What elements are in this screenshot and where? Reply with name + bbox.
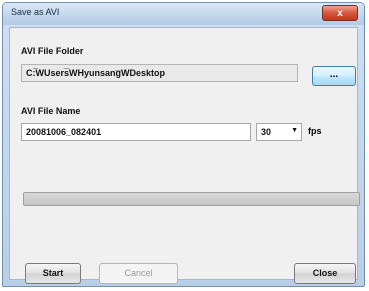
save-avi-dialog: Save as AVI x AVI File Folder C:̅WUsers̅… xyxy=(2,2,365,287)
folder-path-field[interactable]: C:̅WUsers̅WHyunsang̅WDesktop xyxy=(21,64,298,82)
fps-value: 30 xyxy=(261,127,272,137)
folder-label: AVI File Folder xyxy=(21,46,84,56)
fps-select[interactable]: 30 ▼ xyxy=(256,123,302,141)
cancel-button[interactable]: Cancel xyxy=(99,263,178,284)
fps-label: fps xyxy=(308,126,322,136)
dropdown-arrow-icon: ▼ xyxy=(291,127,298,134)
window-close-button[interactable]: x xyxy=(322,5,358,21)
file-name-label: AVI File Name xyxy=(21,106,81,116)
start-button[interactable]: Start xyxy=(25,263,81,284)
progress-bar xyxy=(23,192,360,206)
close-icon: x xyxy=(337,7,343,19)
browse-folder-button[interactable]: ... xyxy=(312,66,356,86)
close-button[interactable]: Close xyxy=(294,263,356,284)
dialog-body: AVI File Folder C:̅WUsers̅WHyunsang̅WDes… xyxy=(9,27,360,284)
title-bar: Save as AVI x xyxy=(3,3,364,25)
file-name-input[interactable]: 20081006_082401 xyxy=(21,123,251,141)
window-title: Save as AVI xyxy=(11,7,60,17)
